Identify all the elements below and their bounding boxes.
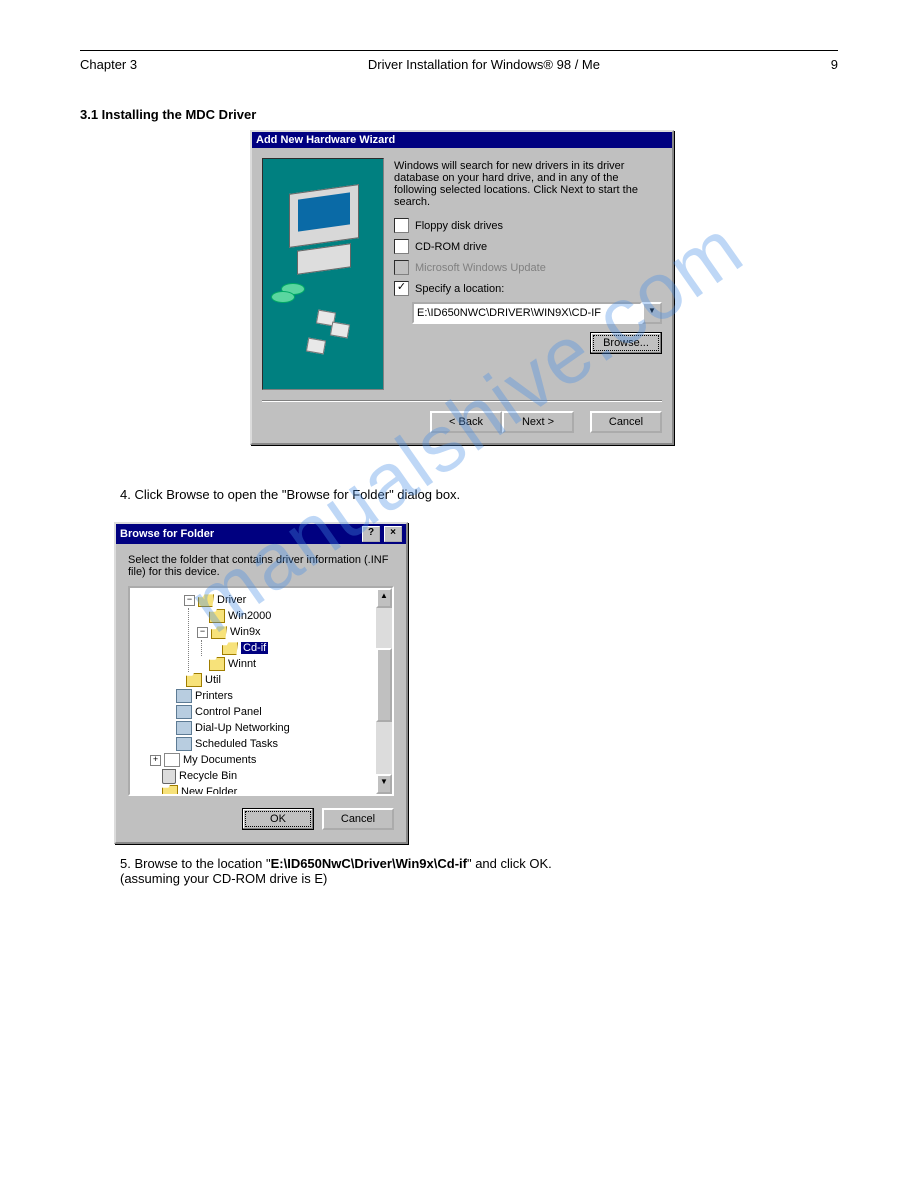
winupdate-checkbox [394, 260, 409, 275]
folder-cancel-button[interactable]: Cancel [322, 808, 394, 830]
tree-win2000[interactable]: Win2000 [228, 610, 271, 622]
wizard-titlebar[interactable]: Add New Hardware Wizard [252, 132, 672, 148]
tree-mydocs[interactable]: My Documents [183, 754, 256, 766]
chapter-label: Chapter 3 [80, 57, 137, 72]
tree-recycle[interactable]: Recycle Bin [179, 770, 237, 782]
folder-open-icon [222, 641, 238, 655]
tree-scheduled[interactable]: Scheduled Tasks [195, 738, 278, 750]
location-input[interactable] [412, 302, 642, 324]
folder-icon [209, 609, 225, 623]
section-heading: 3.1 Installing the MDC Driver [80, 107, 838, 122]
folder-open-icon [198, 593, 214, 607]
tree-cdif-selected[interactable]: Cd-if [241, 642, 268, 654]
tree-control-panel[interactable]: Control Panel [195, 706, 262, 718]
browse-button[interactable]: Browse... [590, 332, 662, 354]
next-button[interactable]: Next > [502, 411, 574, 433]
page-header: Chapter 3 Driver Installation for Window… [80, 57, 838, 72]
wizard-intro-text: Windows will search for new drivers in i… [394, 160, 662, 208]
back-button[interactable]: < Back [430, 411, 502, 433]
page-number: 9 [831, 57, 838, 72]
wizard-title: Add New Hardware Wizard [256, 134, 395, 146]
step-4-text: 4. Click Browse to open the "Browse for … [120, 487, 838, 502]
browse-for-folder-dialog: Browse for Folder ? × Select the folder … [114, 522, 408, 844]
cdrom-label: CD-ROM drive [415, 241, 487, 253]
floppy-label: Floppy disk drives [415, 220, 503, 232]
tree-driver[interactable]: Driver [217, 594, 246, 606]
tree-win9x[interactable]: Win9x [230, 626, 261, 638]
add-hardware-wizard-dialog: Add New Hardware Wizard [250, 130, 674, 445]
wizard-graphic [262, 158, 384, 390]
close-icon[interactable]: × [384, 526, 402, 542]
specify-location-label: Specify a location: [415, 283, 504, 295]
step-5-text: 5. Browse to the location "E:\ID650NwC\D… [120, 856, 838, 886]
specify-location-checkbox[interactable]: ✓ [394, 281, 409, 296]
tree-scrollbar[interactable]: ▲ ▼ [376, 588, 392, 794]
wizard-cancel-button[interactable]: Cancel [590, 411, 662, 433]
location-dropdown-arrow-icon[interactable]: ▼ [642, 302, 662, 324]
folder-dialog-prompt: Select the folder that contains driver i… [128, 554, 394, 578]
scroll-up-icon[interactable]: ▲ [376, 588, 392, 608]
tree-util[interactable]: Util [205, 674, 221, 686]
control-panel-icon [176, 705, 192, 719]
chapter-title: Driver Installation for Windows® 98 / Me [368, 57, 600, 72]
folder-icon [209, 657, 225, 671]
folder-open-icon [211, 625, 227, 639]
dialup-icon [176, 721, 192, 735]
tree-winnt[interactable]: Winnt [228, 658, 256, 670]
page-rule [80, 50, 838, 51]
folder-dialog-title: Browse for Folder [120, 528, 214, 540]
recycle-bin-icon [162, 769, 176, 784]
folder-icon [162, 785, 178, 796]
scroll-down-icon[interactable]: ▼ [376, 774, 392, 794]
tree-newfolder[interactable]: New Folder [181, 786, 237, 796]
scheduled-tasks-icon [176, 737, 192, 751]
floppy-checkbox[interactable] [394, 218, 409, 233]
winupdate-label: Microsoft Windows Update [415, 262, 546, 274]
folder-tree[interactable]: − Driver Win2000 − [128, 586, 394, 796]
my-documents-icon [164, 753, 180, 767]
folder-dialog-titlebar[interactable]: Browse for Folder ? × [116, 524, 406, 544]
tree-dialup[interactable]: Dial-Up Networking [195, 722, 290, 734]
ok-button[interactable]: OK [242, 808, 314, 830]
folder-icon [186, 673, 202, 687]
help-icon[interactable]: ? [362, 526, 380, 542]
tree-printers[interactable]: Printers [195, 690, 233, 702]
scroll-thumb[interactable] [376, 648, 392, 722]
cdrom-checkbox[interactable] [394, 239, 409, 254]
printers-icon [176, 689, 192, 703]
